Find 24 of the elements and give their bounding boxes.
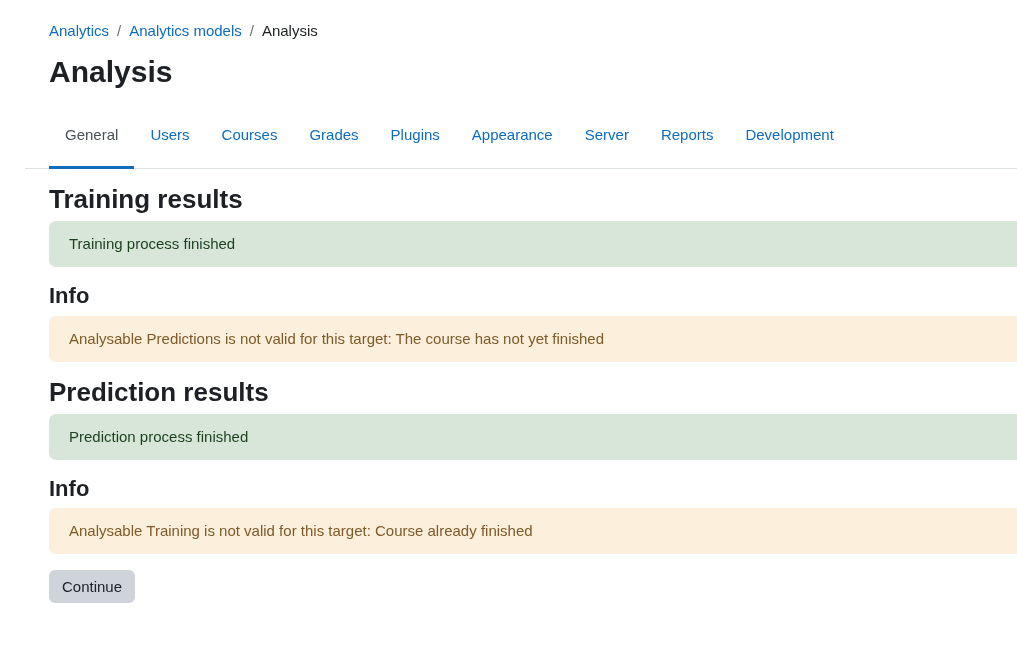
success-alert: Training process finished [49,221,1017,268]
section-heading: Training results [49,184,244,216]
section-heading: Prediction results [49,376,270,408]
tab[interactable]: Courses [205,104,294,169]
info-heading: Info [49,283,91,310]
tab[interactable]: Appearance [455,104,569,169]
continue-button[interactable]: Continue [49,570,136,604]
tab[interactable]: Users [134,104,206,169]
info-heading: Info [49,475,91,503]
tab[interactable]: Plugins [374,104,456,169]
tab[interactable]: Reports [644,104,730,169]
tab[interactable]: General [49,104,135,169]
warning-alert: Analysable Predictions is not valid for this target: The course has not yet finished [49,315,1017,362]
breadcrumb-separator: / [117,22,122,39]
tab[interactable]: Development [729,104,850,169]
breadcrumb-current: Analysis [261,22,318,39]
breadcrumb-link[interactable]: Analytics models [129,22,242,39]
breadcrumb-link[interactable]: Analytics [49,22,110,39]
breadcrumb-separator: / [249,22,254,39]
tab[interactable]: Grades [293,104,375,169]
page-title: Analysis [49,54,174,90]
warning-alert: Analysable Training is not valid for this target: Course already finished [49,508,1017,555]
success-alert: Prediction process finished [49,413,1017,460]
tab[interactable]: Server [568,104,645,169]
